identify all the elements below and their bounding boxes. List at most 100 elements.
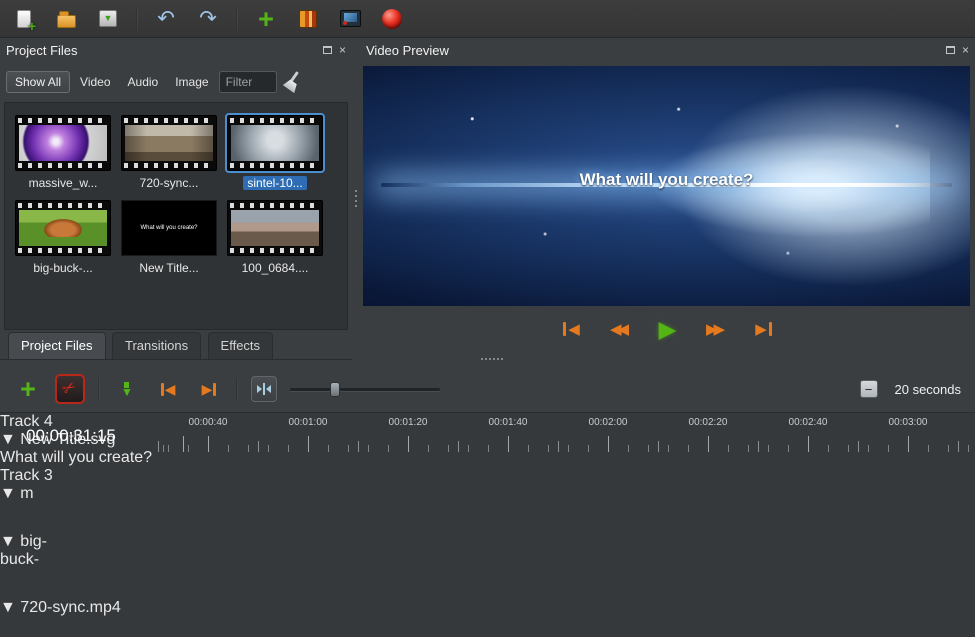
ruler-ticks-major [150, 436, 975, 452]
close-icon[interactable]: × [962, 44, 969, 56]
panel-splitter-horizontal[interactable] [481, 358, 503, 360]
zoom-slider[interactable] [290, 380, 440, 398]
file-thumbnail [227, 200, 323, 256]
clip-menu-icon[interactable]: ▼ [0, 599, 16, 616]
ruler-label: 00:02:40 [789, 417, 828, 428]
clip-massive[interactable]: ▼ m [0, 485, 40, 533]
title-editor-button[interactable] [336, 5, 364, 33]
center-playhead-icon [257, 385, 262, 393]
undo-icon: ↶ [157, 8, 175, 29]
video-overlay-text: What will you create? [363, 170, 970, 190]
file-item[interactable]: big-buck-... [15, 200, 111, 275]
clip-menu-icon[interactable]: ▼ [0, 485, 16, 502]
rewind-button[interactable]: ◀◀ [604, 316, 636, 342]
panel-title: Video Preview [366, 43, 946, 58]
clip-thumbnail [0, 569, 38, 599]
open-folder-icon [57, 15, 76, 28]
timeline-toolbar: + ✂ ▼ ◀ ▶ − 20 seconds [0, 366, 975, 412]
previous-marker-icon: ◀ [161, 382, 176, 396]
undo-button[interactable]: ↶ [152, 5, 180, 33]
file-label: New Title... [139, 261, 198, 275]
jump-to-start-button[interactable]: ◀ [556, 316, 588, 342]
tab-effects[interactable]: Effects [208, 332, 274, 359]
project-files-grid: massive_w... 720-sync... sintel-10... [4, 102, 348, 330]
filter-show-all-button[interactable]: Show All [6, 71, 70, 93]
file-item[interactable]: massive_w... [15, 115, 111, 190]
redo-button[interactable]: ↷ [194, 5, 222, 33]
clip-720-sync[interactable]: ▼ 720-sync.mp4 [0, 599, 154, 637]
playhead-timecode: 00:00:31:15 [26, 426, 116, 446]
choose-profile-button[interactable] [294, 5, 322, 33]
ruler-label: 00:00:40 [189, 417, 228, 428]
new-project-icon: + [17, 10, 31, 28]
panel-title: Project Files [6, 43, 323, 58]
clip-thumbnail [0, 503, 32, 533]
file-item[interactable]: What will you create? New Title... [121, 200, 217, 275]
tab-transitions[interactable]: Transitions [112, 332, 201, 359]
video-preview-panel: Video Preview × What will you create? ◀ … [360, 40, 975, 366]
filter-input[interactable] [219, 71, 277, 93]
track-name: Track 3 [0, 467, 53, 484]
jump-to-end-icon: ▶ [755, 322, 767, 337]
file-thumbnail [121, 115, 217, 171]
add-track-button[interactable]: + [14, 375, 42, 403]
close-icon[interactable]: × [339, 44, 346, 56]
timeline-ruler[interactable]: 00:00:40 00:01:00 00:01:20 00:01:40 00:0… [150, 413, 975, 455]
import-files-button[interactable]: + [252, 5, 280, 33]
title-thumbnail: What will you create? [121, 200, 217, 256]
import-files-icon: + [258, 7, 274, 31]
undock-icon[interactable] [946, 46, 955, 54]
zoom-slider-handle[interactable] [330, 382, 340, 397]
filter-video-button[interactable]: Video [73, 72, 117, 92]
file-item[interactable]: 720-sync... [121, 115, 217, 190]
main-toolbar: + ▼ ↶ ↷ + [0, 0, 975, 38]
undock-icon[interactable] [323, 46, 332, 54]
files-filter-row: Show All Video Audio Image [6, 70, 348, 94]
project-files-panel: Project Files × Show All Video Audio Ima… [0, 40, 352, 360]
file-thumbnail [15, 200, 111, 256]
timeline: 00:00:31:15 00:00:40 00:01:00 00:01:20 0… [0, 412, 975, 637]
add-marker-button[interactable]: ▼ [113, 375, 141, 403]
add-marker-icon: ▼ [121, 382, 133, 397]
clip-menu-icon[interactable]: ▼ [0, 431, 16, 448]
jump-to-end-button[interactable]: ▶ [748, 316, 780, 342]
file-label: sintel-10... [243, 176, 306, 190]
zoom-scale-label: 20 seconds [895, 382, 962, 397]
open-project-button[interactable] [52, 5, 80, 33]
ruler-label: 00:01:40 [489, 417, 528, 428]
tab-project-files[interactable]: Project Files [8, 332, 106, 359]
thumbnail-art [125, 125, 213, 161]
clip-menu-icon[interactable]: ▼ [0, 533, 16, 550]
file-item-selected[interactable]: sintel-10... [227, 115, 323, 190]
video-preview-panel-header: Video Preview × [360, 40, 975, 60]
fast-forward-button[interactable]: ▶▶ [700, 316, 732, 342]
jump-to-start-icon [563, 322, 566, 336]
plus-glyph: + [28, 18, 36, 34]
ruler-label: 00:03:00 [889, 417, 928, 428]
file-item[interactable]: 100_0684.... [227, 200, 323, 275]
zoom-out-button[interactable]: − [860, 380, 878, 398]
zoom-slider-track[interactable] [290, 388, 440, 391]
playhead-handle[interactable] [158, 428, 172, 442]
filter-audio-button[interactable]: Audio [121, 72, 166, 92]
file-thumbnail [227, 115, 323, 171]
export-video-icon [382, 9, 402, 29]
previous-marker-button[interactable]: ◀ [154, 375, 182, 403]
title-preview-text: What will you create? [140, 225, 197, 231]
thumbnail-art [19, 210, 107, 246]
new-project-button[interactable]: + [10, 5, 38, 33]
razor-tool-button-active[interactable]: ✂ [55, 374, 85, 404]
clip-label: 720-sync.mp4 [20, 599, 121, 616]
file-label: massive_w... [29, 176, 98, 190]
next-marker-icon: ▶ [202, 382, 217, 396]
play-button[interactable]: ▶ [652, 316, 684, 342]
clip-big-buck[interactable]: ▼ big-buck- [0, 533, 78, 599]
next-marker-button[interactable]: ▶ [195, 375, 223, 403]
center-playhead-button[interactable] [251, 376, 277, 402]
export-video-button[interactable] [378, 5, 406, 33]
clear-filter-icon[interactable] [280, 70, 304, 94]
filter-image-button[interactable]: Image [168, 72, 215, 92]
toolbar-separator [236, 8, 238, 30]
panel-splitter-vertical[interactable] [352, 40, 360, 360]
save-project-button[interactable]: ▼ [94, 5, 122, 33]
